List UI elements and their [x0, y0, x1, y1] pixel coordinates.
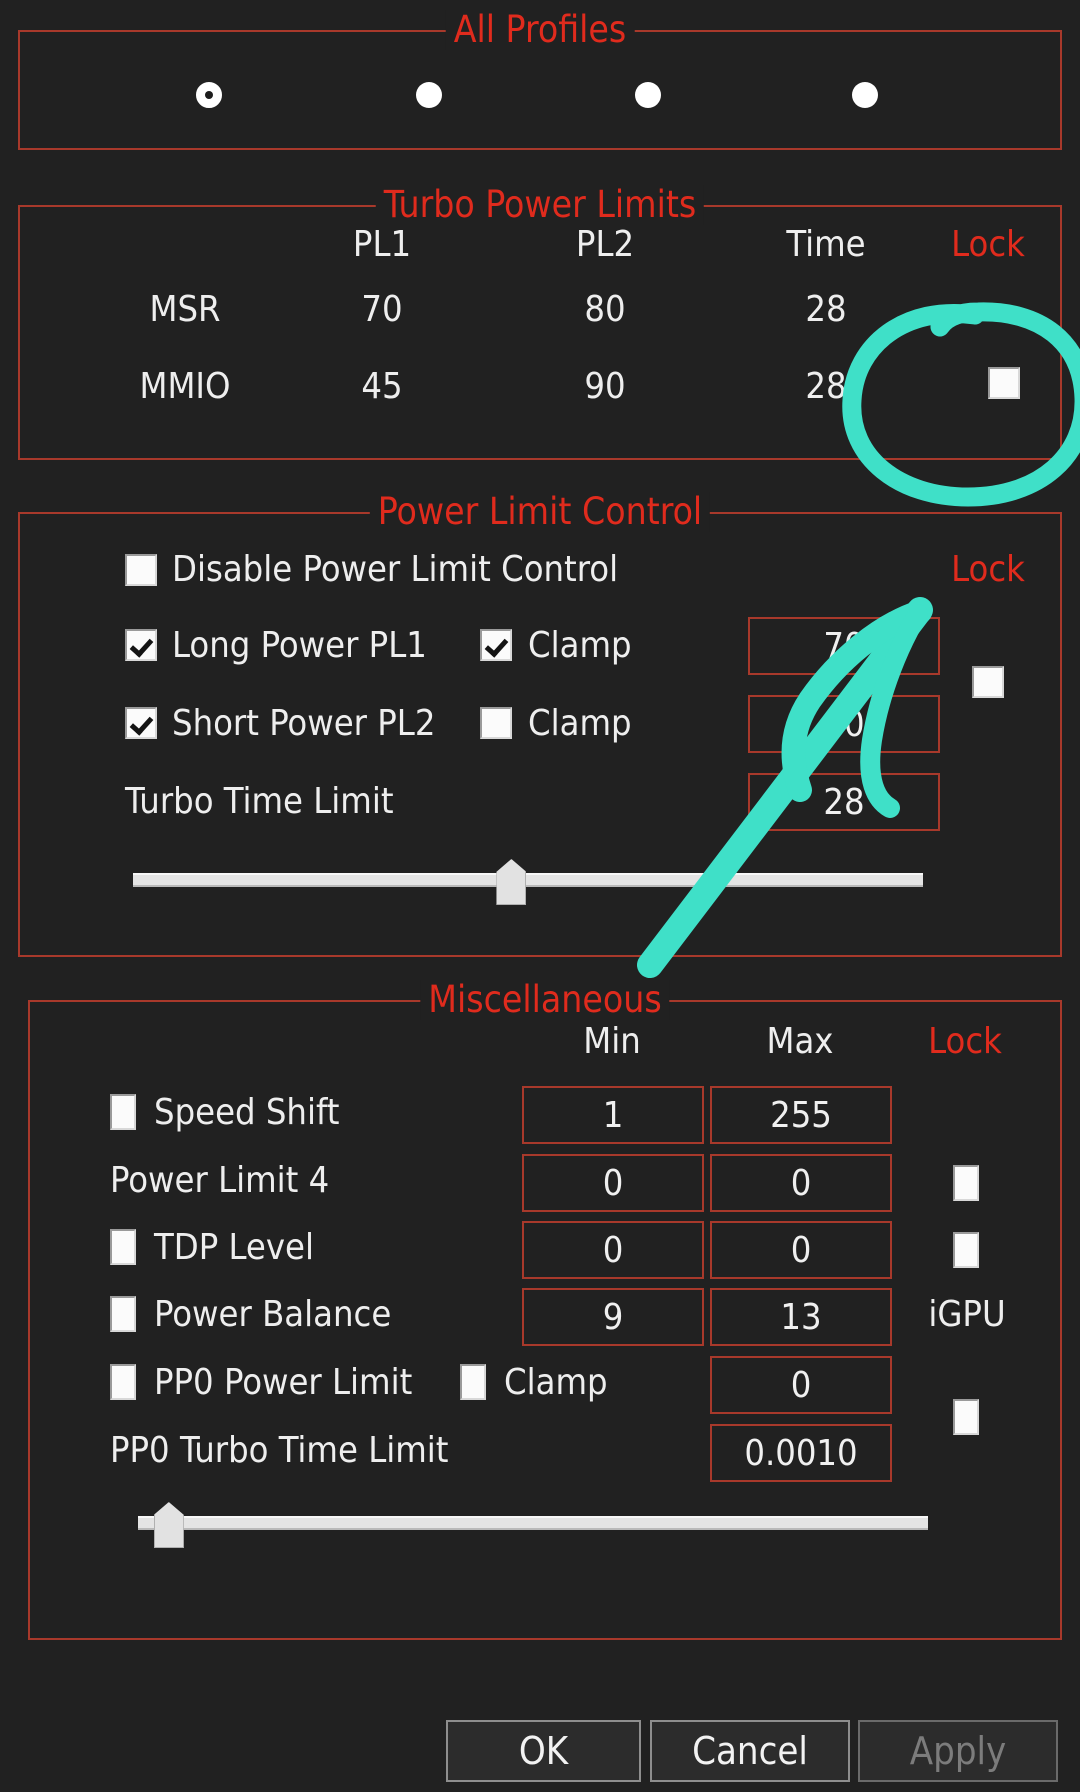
plc-lock-header: Lock — [951, 549, 1025, 590]
pp0-turbo-time-slider[interactable] — [138, 1502, 928, 1548]
short-power-pl2-value-input[interactable]: 80 — [748, 695, 940, 753]
tpl-msr-time: 28 — [805, 289, 847, 330]
pp0-power-limit-value-input[interactable]: 0 — [710, 1356, 892, 1414]
turbo-power-limits-group: Turbo Power Limits PL1 PL2 Time Lock MSR… — [18, 185, 1062, 460]
plc-lock-checkbox[interactable] — [972, 666, 1004, 698]
short-power-pl2-checkbox[interactable] — [125, 707, 157, 739]
turbo-time-limit-value-input[interactable]: 28 — [748, 773, 940, 831]
long-power-pl1-clamp-checkbox[interactable] — [480, 629, 512, 661]
tpl-msr-pl2: 80 — [584, 289, 626, 330]
disable-power-limit-control-checkbox[interactable] — [125, 554, 157, 586]
tpl-header-pl1: PL1 — [352, 224, 412, 265]
pp0-turbo-time-limit-label: PP0 Turbo Time Limit — [110, 1430, 449, 1471]
pp0-turbo-time-limit-value-input[interactable]: 0.0010 — [710, 1424, 892, 1482]
pp0-power-limit-clamp-checkbox[interactable] — [460, 1364, 486, 1400]
short-power-pl2-label: Short Power PL2 — [172, 703, 436, 744]
power-balance-igpu-label: iGPU — [928, 1294, 1006, 1335]
power-balance-label: Power Balance — [154, 1294, 392, 1335]
misc-header-lock: Lock — [928, 1021, 1002, 1062]
tpl-mmio-pl1: 45 — [361, 366, 403, 407]
power-balance-checkbox[interactable] — [110, 1296, 136, 1332]
long-power-pl1-checkbox[interactable] — [125, 629, 157, 661]
tdp-level-lock-checkbox[interactable] — [953, 1232, 979, 1268]
pp0-power-limit-label: PP0 Power Limit — [154, 1362, 413, 1403]
miscellaneous-group: Miscellaneous Min Max Lock Speed Shift 1… — [28, 980, 1062, 1640]
radio-profile-1[interactable] — [196, 82, 222, 108]
power-limit-control-legend: Power Limit Control — [369, 492, 711, 532]
pp0-lock-checkbox[interactable] — [953, 1399, 979, 1435]
tdp-level-checkbox[interactable] — [110, 1229, 136, 1265]
apply-button[interactable]: Apply — [858, 1720, 1058, 1782]
ok-button[interactable]: OK — [446, 1720, 641, 1782]
long-power-pl1-label: Long Power PL1 — [172, 625, 427, 666]
tpl-header-lock: Lock — [951, 224, 1025, 265]
disable-power-limit-control-label: Disable Power Limit Control — [172, 549, 619, 590]
throttlestop-tpl-dialog: All Profiles Turbo Power Limits PL1 PL2 … — [0, 0, 1080, 1792]
long-power-pl1-value-input[interactable]: 70 — [748, 617, 940, 675]
power-limit-4-lock-checkbox[interactable] — [953, 1165, 979, 1201]
tdp-level-max-input[interactable]: 0 — [710, 1221, 892, 1279]
turbo-time-slider[interactable] — [133, 859, 923, 905]
turbo-time-slider-track[interactable] — [133, 873, 923, 887]
power-limit-4-label: Power Limit 4 — [110, 1160, 330, 1201]
cancel-button[interactable]: Cancel — [650, 1720, 850, 1782]
misc-header-max: Max — [766, 1021, 834, 1062]
radio-profile-3[interactable] — [635, 82, 661, 108]
speed-shift-max-input[interactable]: 255 — [710, 1086, 892, 1144]
short-power-pl2-clamp-label: Clamp — [528, 703, 632, 744]
short-power-pl2-clamp-checkbox[interactable] — [480, 707, 512, 739]
tpl-row-label-msr: MSR — [149, 289, 221, 330]
all-profiles-group: All Profiles — [18, 10, 1062, 150]
pp0-turbo-time-slider-thumb[interactable] — [153, 1502, 184, 1548]
turbo-time-slider-thumb[interactable] — [496, 859, 527, 905]
turbo-time-limit-label: Turbo Time Limit — [125, 781, 394, 822]
power-limit-4-min-input[interactable]: 0 — [522, 1154, 704, 1212]
speed-shift-label: Speed Shift — [154, 1092, 340, 1133]
turbo-power-limits-legend: Turbo Power Limits — [375, 185, 705, 225]
radio-profile-4[interactable] — [852, 82, 878, 108]
radio-profile-2[interactable] — [416, 82, 442, 108]
pp0-power-limit-checkbox[interactable] — [110, 1364, 136, 1400]
pp0-power-limit-clamp-label: Clamp — [504, 1362, 608, 1403]
miscellaneous-legend: Miscellaneous — [420, 980, 670, 1020]
tpl-mmio-time: 28 — [805, 366, 847, 407]
tpl-mmio-pl2: 90 — [584, 366, 626, 407]
power-limit-4-max-input[interactable]: 0 — [710, 1154, 892, 1212]
speed-shift-checkbox[interactable] — [110, 1094, 136, 1130]
tpl-header-time: Time — [786, 224, 866, 265]
tdp-level-min-input[interactable]: 0 — [522, 1221, 704, 1279]
pp0-turbo-time-slider-track[interactable] — [138, 1516, 928, 1530]
misc-header-min: Min — [583, 1021, 641, 1062]
speed-shift-min-input[interactable]: 1 — [522, 1086, 704, 1144]
power-limit-control-group: Power Limit Control Disable Power Limit … — [18, 492, 1062, 957]
tdp-level-label: TDP Level — [154, 1227, 314, 1268]
tpl-msr-pl1: 70 — [361, 289, 403, 330]
tpl-mmio-lock-checkbox[interactable] — [988, 367, 1020, 399]
tpl-row-label-mmio: MMIO — [139, 366, 231, 407]
power-balance-max-input[interactable]: 13 — [710, 1288, 892, 1346]
tpl-header-pl2: PL2 — [575, 224, 635, 265]
long-power-pl1-clamp-label: Clamp — [528, 625, 632, 666]
power-balance-min-input[interactable]: 9 — [522, 1288, 704, 1346]
all-profiles-legend: All Profiles — [445, 10, 635, 50]
